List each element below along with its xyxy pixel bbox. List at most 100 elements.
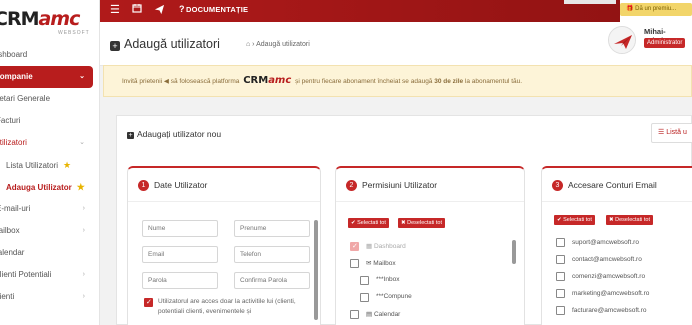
question-icon: ? [179,4,185,14]
panel-header: 3 Accesare Conturi Email [542,168,692,202]
promo-label: Dă un premiu... [635,6,677,12]
select-all-button[interactable]: ✔ Selectati tot [554,215,595,225]
banner-logo-amc: amc [268,75,292,86]
sidebar: CRMamc WEBSOFT Dashboard Companie ⌄ Setar… [0,0,100,325]
perm-label-text: Dashboard [373,243,406,250]
chevron-right-icon: › [82,293,85,300]
sidebar-item-dashboard[interactable]: Dashboard [0,44,99,66]
email-marketing-checkbox[interactable] [556,289,565,298]
sidebar-item-clienti[interactable]: Clienti › [0,286,99,308]
top-search-edge[interactable] [564,0,616,4]
logo[interactable]: CRMamc WEBSOFT [0,0,99,44]
panel-title: Accesare Conturi Email [568,180,657,190]
sidebar-item-adauga-utilizator[interactable]: Adauga Utilizator ★ [0,176,99,198]
email-facturare-checkbox[interactable] [556,306,565,315]
promo-badge[interactable]: 🎁 Dă un premiu... [620,3,692,16]
deselect-all-button[interactable]: ✖ Deselectati tot [398,218,445,228]
sidebar-item-label: Adauga Utilizator [6,183,72,192]
email-marketing-label: marketing@amcwebsoft.ro [572,290,650,297]
sidebar-item-setari-generale[interactable]: Setari Generale [0,88,99,110]
sidebar-item-label: Clienti [0,292,15,301]
deselect-all-label: Deselectati tot [615,217,650,223]
scrollbar[interactable] [314,220,318,320]
panel-header: 2 Permisiuni Utilizator [336,168,524,202]
email-input[interactable] [142,246,218,263]
sidebar-item-label: Dashboard [0,50,28,59]
scrollbar[interactable] [512,240,516,264]
panel-title: Date Utilizator [154,180,208,190]
perm-inbox: ***Inbox [376,276,400,283]
sidebar-item-label: Facturi [0,116,21,125]
step-number: 3 [552,180,563,191]
user-list-button[interactable]: ☰ Listă u [651,123,692,143]
chevron-right-icon: › [82,205,85,212]
email-suport-checkbox[interactable] [556,238,565,247]
prenume-input[interactable] [234,220,310,237]
sidebar-item-mailbox[interactable]: Mailbox › [0,220,99,242]
dashboard-icon: ▦ [366,243,373,250]
chevron-right-icon: › [82,227,85,234]
panel-user-data: 1 Date Utilizator Utilizatorul are acces… [127,166,321,325]
invite-before: Invită prietenii [122,78,164,85]
topbar: ☰ ? DOCUMENTAȚIE 🎁 Dă un premiu... [100,0,692,22]
perm-label-text: Mailbox [373,260,396,267]
panel-permissions: 2 Permisiuni Utilizator ✔ Selectati tot … [335,166,525,325]
send-icon[interactable] [154,4,165,18]
perm-calendar-checkbox[interactable] [350,310,359,319]
star-icon[interactable]: ★ [77,182,85,192]
email-contact-label: contact@amcwebsoft.ro [572,256,642,263]
own-activities-checkbox[interactable] [144,298,153,307]
list-icon: ☰ [658,129,665,136]
logo-amc: amc [38,8,80,30]
avatar[interactable] [608,26,636,54]
invite-text: Invită prietenii ◀ să folosească platfor… [122,75,522,86]
sidebar-item-companie[interactable]: Companie ⌄ [0,66,93,88]
perm-label-text: Calendar [373,311,401,318]
plus-square-icon: + [110,41,120,51]
menu-icon[interactable]: ☰ [110,3,120,16]
confirma-parola-input[interactable] [234,272,310,289]
card-title-text: Adaugați utilizator nou [137,129,222,139]
parola-input[interactable] [142,272,218,289]
perm-mailbox-checkbox[interactable] [350,259,359,268]
documentation-link[interactable]: DOCUMENTAȚIE [186,5,248,14]
select-all-button[interactable]: ✔ Selectati tot [348,218,389,228]
email-comenzi-label: comenzi@amcwebsoft.ro [572,273,646,280]
page-header: + Adaugă utilizatori ⌂ › Adaugă utilizato… [100,22,692,66]
mail-icon: ✉ [366,260,372,267]
banner-logo-crm: CRM [243,75,269,86]
breadcrumb: ⌂ › Adaugă utilizatori [246,41,310,48]
perm-calendar: ▤ Calendar [366,310,400,318]
home-icon[interactable]: ⌂ [246,41,250,48]
sidebar-item-clienti-potentiali[interactable]: Clienti Potentiali › [0,264,99,286]
telefon-input[interactable] [234,246,310,263]
email-comenzi-checkbox[interactable] [556,272,565,281]
perm-compune-checkbox[interactable] [360,293,369,302]
sidebar-item-utilizatori[interactable]: Utilizatori ⌄ [0,132,99,154]
star-icon[interactable]: ★ [63,160,71,170]
page-title-text: Adaugă utilizatori [124,37,220,51]
perm-dashboard-checkbox[interactable] [350,242,359,251]
card-title: + Adaugați utilizator nou [127,129,221,139]
sidebar-item-label: Companie [0,72,33,81]
chevron-down-icon: ⌄ [79,139,85,146]
sidebar-item-label: E-mail-uri [0,204,31,213]
breadcrumb-current: Adaugă utilizatori [256,41,310,48]
perm-dashboard: ▦ Dashboard [366,242,406,250]
calendar-icon: ▤ [366,311,373,318]
sidebar-item-lista-utilizatori[interactable]: Lista Utilizatori ★ [0,154,99,176]
topbar-user-area: 🎁 Dă un premiu... [620,0,692,22]
sidebar-item-calendar[interactable]: Calendar [0,242,99,264]
nume-input[interactable] [142,220,218,237]
logo-crm: CRM [0,8,39,30]
deselect-all-button[interactable]: ✖ Deselectati tot [606,215,653,225]
sidebar-item-emailuri[interactable]: E-mail-uri › [0,198,99,220]
invite-middle: să folosească platforma [168,78,242,85]
panel-email-accounts: 3 Accesare Conturi Email ✔ Selectati tot… [541,166,692,325]
perm-inbox-checkbox[interactable] [360,276,369,285]
add-user-card: + Adaugați utilizator nou ☰ Listă u 1 Dat… [116,115,692,325]
calendar-icon[interactable] [132,3,142,16]
select-all-label: Selectati tot [563,217,592,223]
sidebar-item-facturi[interactable]: Facturi [0,110,99,132]
email-contact-checkbox[interactable] [556,255,565,264]
